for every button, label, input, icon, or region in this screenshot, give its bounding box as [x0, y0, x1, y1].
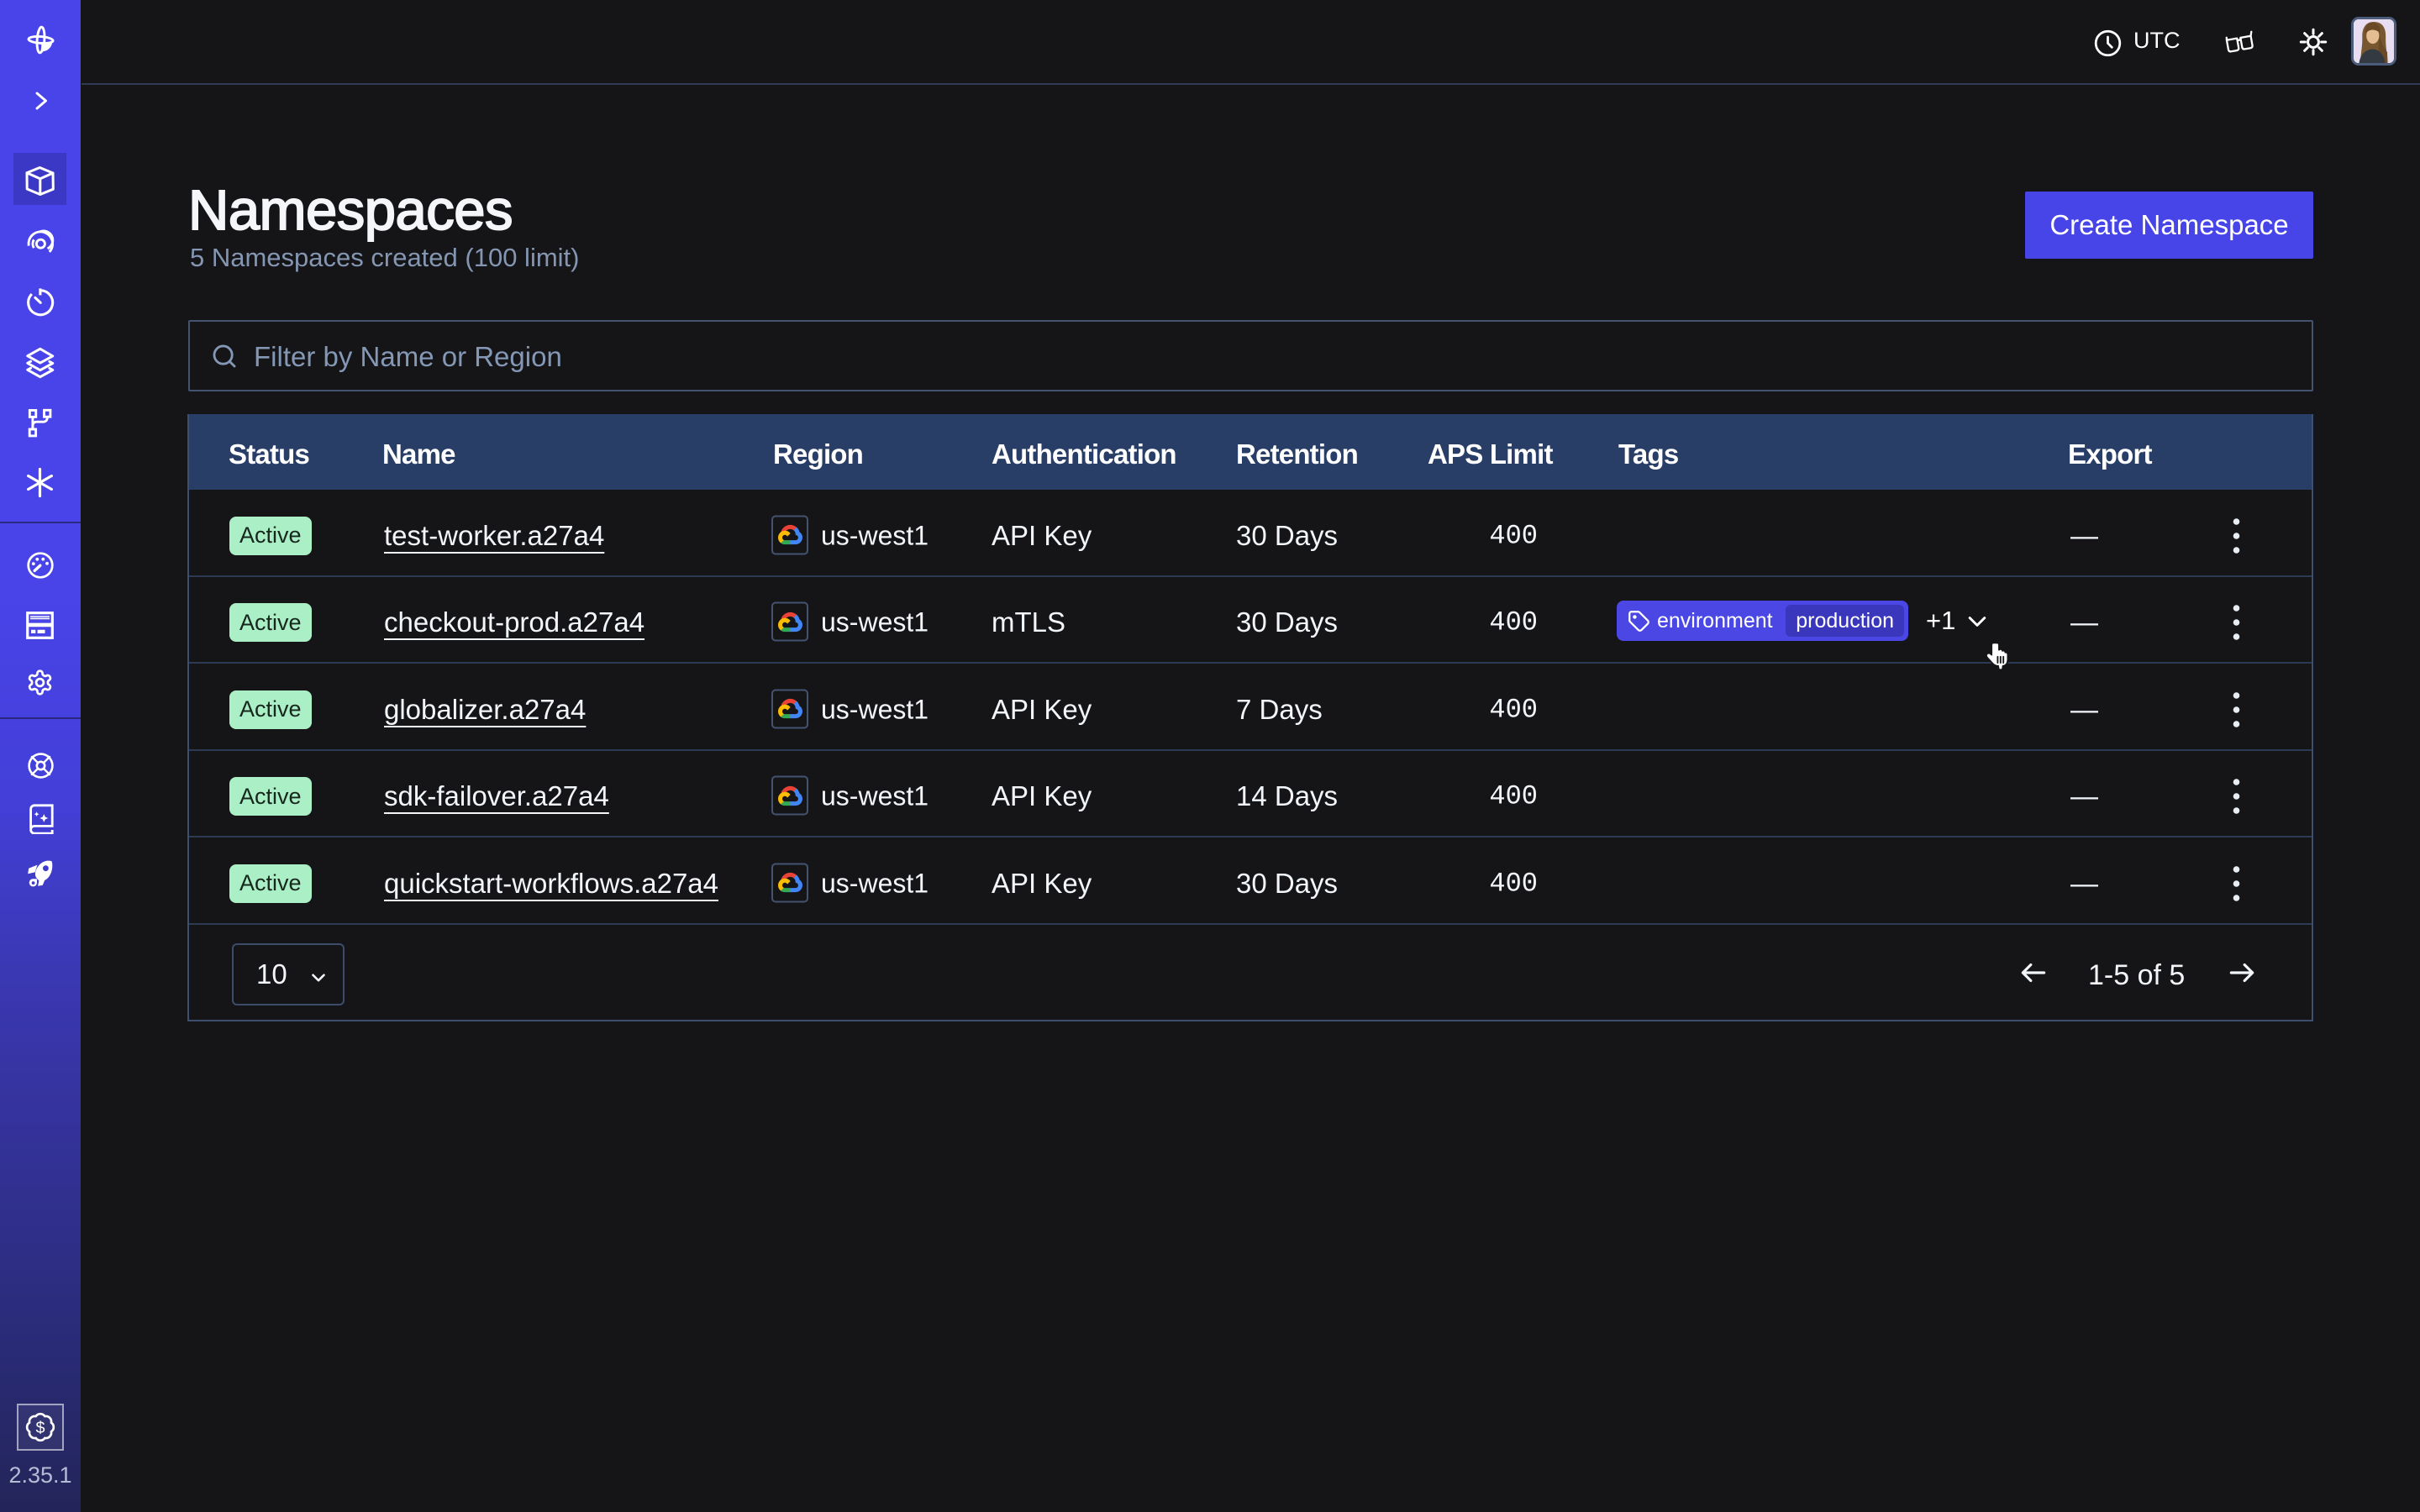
svg-text:$: $ [35, 1419, 45, 1437]
